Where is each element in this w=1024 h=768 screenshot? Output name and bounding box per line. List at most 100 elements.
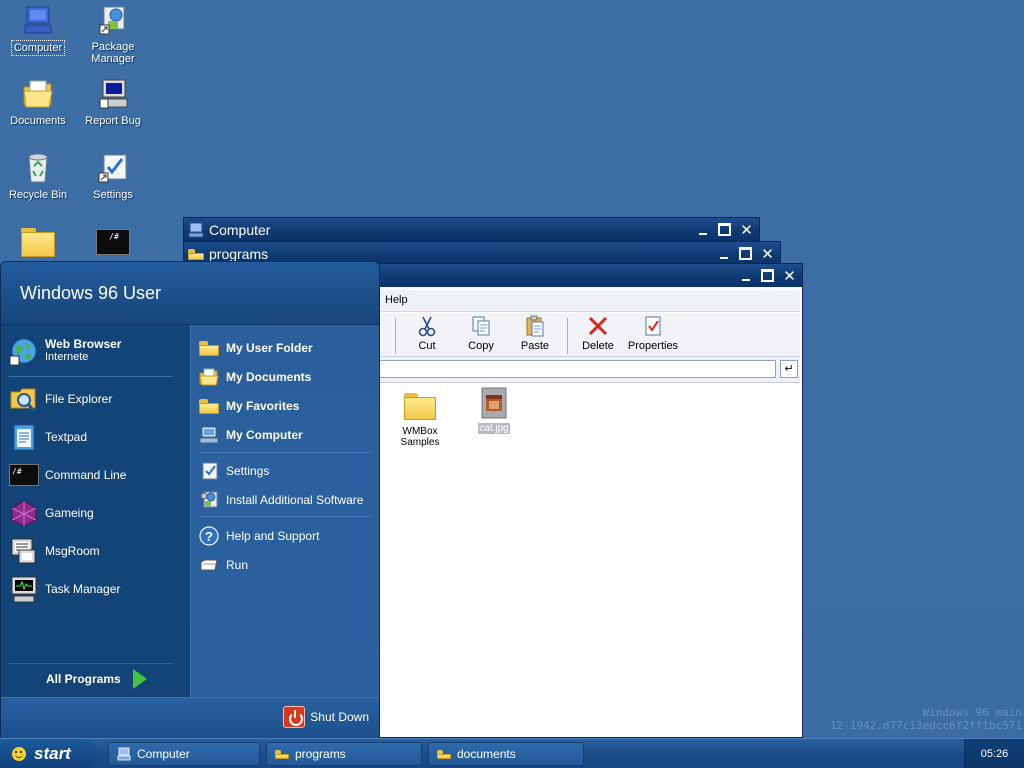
web-browser-title: Web Browser [45,337,122,351]
start-item-task-manager[interactable]: Task Manager [9,573,120,605]
folder-icon [404,390,436,422]
start-item-label: My Favorites [226,399,300,413]
start-item-label: Run [226,558,249,572]
settings-icon [199,461,219,481]
build-watermark: Windows 96 main 12-1942.d77c13edcc6f2ff1… [830,706,1022,732]
scissors-icon [416,315,438,337]
msgroom-icon [9,536,39,566]
folder-icon [199,396,219,416]
taskbar-button-label: documents [457,747,516,761]
start-item-msgroom[interactable]: MsgRoom [9,535,100,567]
close-button[interactable]: ✕ [737,220,756,239]
desktop-icon-package-manager[interactable]: Package Manager [76,3,150,66]
package-manager-icon [96,3,130,37]
menu-help[interactable]: Help [385,294,408,306]
desktop-icon-computer[interactable]: Computer [1,3,75,56]
taskbar-button-documents[interactable]: documents [428,742,584,766]
start-menu-footer: Shut Down [1,697,379,738]
start-item-help-and-support[interactable]: ? Help and Support [199,524,319,548]
desktop-icon-documents[interactable]: Documents [1,77,75,128]
clock[interactable]: 05:26 [981,748,1009,760]
file-item-label: cat.jpg [478,423,510,434]
maximize-button[interactable] [715,220,734,239]
address-input[interactable] [380,360,776,378]
start-item-my-user-folder[interactable]: My User Folder [199,336,313,360]
window-titlebar[interactable]: Computer ✕ [184,218,759,241]
web-browser-subtitle: Internete [45,351,89,363]
start-menu-user-name: Windows 96 User [1,262,379,325]
maximize-button[interactable] [758,266,777,285]
desktop-icon-recycle-bin[interactable]: Recycle Bin [1,151,75,202]
start-item-label: File Explorer [45,392,113,406]
close-button[interactable]: ✕ [780,266,799,285]
taskbar: start Computer programs documents 05:26 [0,738,1024,768]
desktop-icon-label: Report Bug [85,115,141,127]
folder-icon [437,747,451,761]
toolbar-separator [567,318,568,354]
desktop-icon-label: Computer [10,40,66,56]
delete-label: Delete [582,340,614,352]
toolbar-separator [395,318,396,354]
file-item[interactable]: WMBox Samples [388,390,452,448]
computer-icon [117,747,131,761]
start-button[interactable]: start [0,739,96,768]
start-item-my-computer[interactable]: My Computer [199,423,303,447]
maximize-button[interactable] [736,244,755,263]
desktop-icon-report-bug[interactable]: Report Bug [76,77,150,128]
cut-button[interactable]: Cut [399,315,455,352]
start-item-my-favorites[interactable]: My Favorites [199,394,299,418]
folder-icon [21,225,55,259]
system-tray: 05:26 [964,739,1024,768]
recycle-bin-icon [21,151,55,185]
copy-button[interactable]: Copy [453,315,509,352]
report-bug-icon [96,77,130,111]
start-item-label: Task Manager [45,582,121,596]
menu-bar: Help [380,290,800,312]
shut-down-button[interactable]: Shut Down [283,706,369,728]
smiley-icon [12,747,26,761]
minimize-button[interactable] [693,220,712,239]
start-item-run[interactable]: Run [199,553,248,577]
start-item-settings[interactable]: Settings [199,459,269,483]
start-item-my-documents[interactable]: My Documents [199,365,311,389]
documents-folder-icon [199,367,219,387]
settings-icon [96,151,130,185]
task-manager-icon [9,574,39,604]
address-go-button[interactable]: ↵ [780,360,798,378]
delete-button[interactable]: Delete [570,315,626,352]
image-file-icon [478,387,510,419]
folder-icon [199,338,219,358]
close-button[interactable]: ✕ [758,244,777,263]
minimize-button[interactable] [714,244,733,263]
computer-icon [188,222,204,238]
properties-button[interactable]: Properties [624,315,682,352]
explorer-toolbar: Cut Copy Paste Delete Properties [380,313,800,357]
start-item-gameing[interactable]: Gameing [9,497,94,529]
all-programs-button[interactable]: All Programs [46,669,147,689]
start-item-label: Help and Support [226,529,320,543]
minimize-button[interactable] [736,266,755,285]
start-menu-separator [199,452,371,453]
start-menu-right-pane: My User Folder My Documents My Favorites… [190,325,379,697]
computer-icon [21,3,55,37]
taskbar-button-label: Computer [137,747,190,761]
taskbar-button-programs[interactable]: programs [266,742,422,766]
start-item-textpad[interactable]: Textpad [9,421,87,453]
copy-label: Copy [468,340,494,352]
svg-text:?: ? [205,529,213,544]
desktop-icon-settings[interactable]: Settings [76,151,150,202]
paste-button[interactable]: Paste [507,315,563,352]
taskbar-button-computer[interactable]: Computer [108,742,260,766]
desktop-icon-label: Documents [10,115,66,127]
start-item-web-browser[interactable]: Web Browser Internete [9,335,121,367]
start-item-install-software[interactable]: Install Additional Software [199,488,363,512]
desktop-icon-label: Package Manager [91,41,135,65]
desktop-icon-label: Recycle Bin [8,189,68,201]
file-explorer-icon [9,384,39,414]
window-title: Computer [209,221,271,238]
start-item-file-explorer[interactable]: File Explorer [9,383,112,415]
green-arrow-icon [132,669,147,689]
start-item-command-line[interactable]: /# Command Line [9,459,126,491]
file-item[interactable]: cat.jpg [462,387,526,434]
help-icon: ? [199,526,219,546]
